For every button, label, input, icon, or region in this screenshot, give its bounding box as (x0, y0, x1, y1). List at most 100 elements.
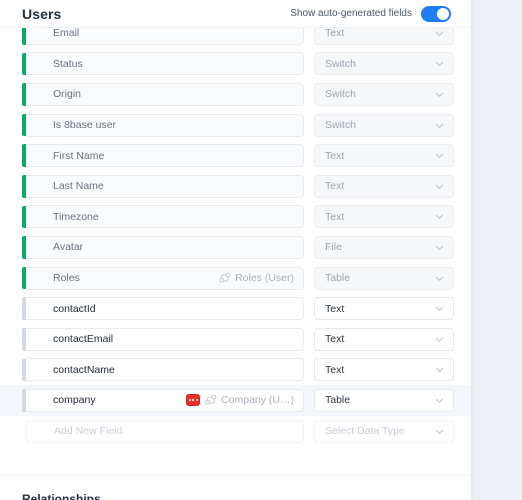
custom-field-indicator (22, 297, 26, 320)
field-type-value: Table (325, 272, 351, 285)
chevron-down-icon (435, 429, 444, 434)
field-row[interactable]: Origin Switch (0, 79, 471, 110)
field-type-select[interactable]: Text (314, 28, 454, 45)
field-name-input[interactable]: contactName (26, 358, 304, 382)
custom-field-indicator (22, 358, 26, 382)
field-name-label: Email (53, 28, 80, 40)
field-name-label: Avatar (53, 241, 84, 254)
field-row[interactable]: Avatar File (0, 232, 471, 263)
field-row[interactable]: Email Text (0, 28, 471, 49)
new-field-type-select[interactable]: Select Data Type (314, 419, 454, 443)
auto-generated-indicator (22, 266, 26, 290)
field-type-select[interactable]: File (314, 235, 454, 259)
field-row[interactable]: company Company (U…) Table (0, 385, 471, 416)
chevron-down-icon (435, 153, 444, 159)
show-auto-generated-fields-toggle[interactable] (421, 5, 451, 22)
field-name-input[interactable]: First Name (26, 144, 304, 168)
field-type-value: Text (325, 180, 345, 193)
auto-generated-indicator (22, 174, 26, 198)
field-name-input[interactable]: Email (26, 28, 304, 45)
add-new-field-row[interactable]: Add New Field Select Data Type (0, 416, 471, 447)
auto-generated-indicator (22, 83, 26, 106)
panel-header: Users Show auto-generated fields (0, 0, 471, 28)
field-type-value: Text (325, 333, 345, 346)
chevron-down-icon (435, 245, 444, 250)
chevron-down-icon (435, 215, 444, 220)
schema-editor-page: Users Show auto-generated fields Email Te… (0, 0, 522, 500)
field-name-input[interactable]: Timezone (26, 205, 304, 229)
field-type-select[interactable]: Text (314, 358, 454, 382)
field-type-select[interactable]: Text (314, 327, 454, 351)
field-row[interactable]: Last Name Text (0, 171, 471, 202)
custom-field-indicator (22, 389, 26, 412)
field-name-label: Origin (53, 88, 82, 101)
field-name-input[interactable]: company Company (U…) (26, 388, 304, 412)
chevron-down-icon (435, 306, 444, 312)
chevron-down-icon (435, 276, 444, 281)
field-type-value: Switch (325, 88, 356, 101)
field-name-extras: Roles (User) (219, 272, 294, 284)
field-type-value: Switch (325, 57, 356, 70)
field-name-input[interactable]: Is 8base user (26, 113, 304, 137)
auto-generated-indicator (22, 28, 26, 45)
field-name-label: contactName (53, 363, 115, 376)
field-name-label: Timezone (53, 210, 99, 223)
field-row[interactable]: First Name Text (0, 140, 471, 171)
add-new-field-input[interactable]: Add New Field (26, 419, 304, 443)
field-name-label: Roles (53, 272, 80, 285)
chevron-down-icon (435, 337, 444, 342)
relationships-heading: Relationships (22, 492, 101, 500)
field-row[interactable]: contactEmail Text (0, 324, 471, 355)
field-name-label: Status (53, 57, 83, 70)
field-name-input[interactable]: contactId (26, 297, 304, 321)
field-type-value: Text (325, 28, 345, 40)
chevron-down-icon (435, 398, 444, 403)
field-type-value: Text (325, 302, 345, 315)
relation-reference[interactable]: Roles (User) (219, 272, 294, 284)
field-name-input[interactable]: Roles Roles (User) (26, 266, 304, 290)
field-type-value: Table (325, 394, 351, 407)
auto-generated-indicator (22, 205, 26, 229)
field-type-select[interactable]: Table (314, 388, 454, 412)
field-name-input[interactable]: contactEmail (26, 327, 304, 351)
field-type-select[interactable]: Text (314, 144, 454, 168)
field-name-input[interactable]: Last Name (26, 174, 304, 198)
users-table-panel: Users Show auto-generated fields Email Te… (0, 0, 471, 500)
field-row[interactable]: contactId Text (0, 293, 471, 324)
relation-link-icon (219, 272, 231, 283)
field-type-value: Text (325, 149, 345, 162)
field-row[interactable]: Timezone Text (0, 202, 471, 233)
field-name-label: contactEmail (53, 333, 114, 346)
field-type-select[interactable]: Table (314, 266, 454, 290)
field-name-label: company (53, 394, 96, 407)
relation-label: Company (U…) (221, 394, 294, 407)
panel-edge-shadow (471, 0, 475, 500)
field-row[interactable]: contactName Text (0, 355, 471, 386)
field-name-input[interactable]: Status (26, 52, 304, 76)
chevron-down-icon (435, 62, 444, 67)
field-type-select[interactable]: Switch (314, 82, 454, 106)
field-row[interactable]: Roles Roles (User) Table (0, 263, 471, 294)
field-row[interactable]: Status Switch (0, 49, 471, 80)
field-type-select[interactable]: Text (314, 297, 454, 321)
field-type-select[interactable]: Switch (314, 52, 454, 76)
field-type-select[interactable]: Text (314, 205, 454, 229)
relation-reference[interactable]: Company (U…) (205, 394, 294, 406)
field-list[interactable]: Email Text Status Switch Origin Switch Is 8bas… (0, 28, 471, 469)
field-type-value: Text (325, 210, 345, 223)
field-type-select[interactable]: Switch (314, 113, 454, 137)
add-new-field-placeholder: Add New Field (54, 425, 123, 438)
field-row[interactable]: Is 8base user Switch (0, 110, 471, 141)
field-name-input[interactable]: Origin (26, 82, 304, 106)
field-name-label: First Name (53, 149, 105, 162)
auto-generated-indicator (22, 144, 26, 167)
field-name-input[interactable]: Avatar (26, 235, 304, 259)
field-type-value: Text (325, 363, 345, 376)
auto-generated-indicator (22, 236, 26, 259)
field-name-label: Is 8base user (53, 119, 117, 132)
relation-link-icon (205, 395, 217, 405)
field-type-select[interactable]: Text (314, 174, 454, 198)
chevron-down-icon (435, 31, 444, 36)
custom-field-indicator (22, 327, 26, 351)
pending-changes-badge-icon (186, 394, 201, 407)
